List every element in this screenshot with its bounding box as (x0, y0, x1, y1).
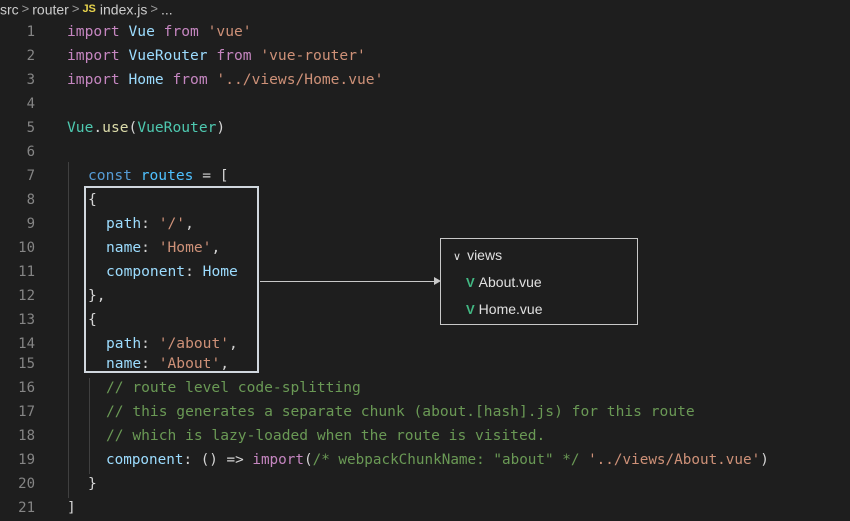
code-line[interactable]: 17 // this generates a separate chunk (a… (0, 400, 850, 424)
code-line[interactable]: 18 // which is lazy-loaded when the rout… (0, 424, 850, 448)
line-number: 19 (18, 452, 35, 468)
line-number: 3 (26, 72, 35, 88)
file-label: About.vue (478, 274, 542, 290)
folder-label: views (467, 247, 503, 263)
breadcrumb-more[interactable]: ... (161, 1, 173, 17)
code-comment: // which is lazy-loaded when the route i… (106, 427, 546, 444)
breadcrumb: src > router > JS index.js >... (0, 0, 850, 17)
line-number: 1 (26, 24, 35, 40)
line-number: 13 (18, 312, 35, 328)
line-number: 12 (18, 288, 35, 304)
code-text: Vue.use(VueRouter) (67, 119, 226, 136)
tree-item-home-vue[interactable]: V Home.vue (466, 298, 542, 320)
chevron-down-icon: ∨ (453, 251, 462, 263)
code-line[interactable]: 20 } (0, 472, 850, 496)
line-number: 4 (26, 96, 35, 112)
code-line[interactable]: 5 Vue.use(VueRouter) (0, 116, 850, 140)
file-tree-callout: ∨ views V About.vue V Home.vue (440, 238, 638, 325)
javascript-file-icon: JS (82, 3, 96, 16)
code-text: import VueRouter from 'vue-router' (67, 47, 366, 64)
vue-icon: V (466, 302, 475, 317)
breadcrumb-router[interactable]: router (32, 1, 69, 17)
code-line[interactable]: 21 ] (0, 496, 850, 520)
file-label: Home.vue (478, 301, 543, 317)
code-line[interactable]: 7 const routes = [ (0, 164, 850, 188)
annotation-arrow (260, 281, 435, 282)
vue-icon: V (466, 275, 475, 290)
line-number: 15 (18, 356, 35, 372)
line-number: 18 (18, 428, 35, 444)
tree-folder-views[interactable]: ∨ views (453, 245, 502, 265)
line-number: 7 (26, 168, 35, 184)
code-line[interactable]: 19 component: () => import(/* webpackChu… (0, 448, 850, 472)
line-number: 6 (26, 144, 35, 160)
breadcrumb-separator: > (71, 1, 80, 17)
tree-item-about-vue[interactable]: V About.vue (466, 271, 542, 293)
code-text: const routes = [ (88, 167, 229, 184)
breadcrumb-separator: > (21, 1, 30, 17)
code-text: component: () => import(/* webpackChunkN… (106, 452, 769, 468)
code-line[interactable]: 1 import Vue from 'vue' (0, 20, 850, 44)
breadcrumb-src[interactable]: src (0, 1, 19, 17)
line-number: 9 (26, 216, 35, 232)
line-number: 21 (18, 500, 35, 516)
line-number: 10 (18, 240, 35, 256)
breadcrumb-file[interactable]: index.js (100, 1, 147, 17)
code-line[interactable]: 3 import Home from '../views/Home.vue' (0, 68, 850, 92)
code-line[interactable]: 4 (0, 92, 850, 116)
code-comment: // this generates a separate chunk (abou… (106, 403, 695, 420)
code-text: ] (67, 499, 76, 516)
code-line[interactable]: 2 import VueRouter from 'vue-router' (0, 44, 850, 68)
line-number: 16 (18, 380, 35, 396)
line-number: 11 (18, 264, 35, 280)
code-text: } (88, 475, 97, 492)
line-number: 17 (18, 404, 35, 420)
line-number: 20 (18, 476, 35, 492)
line-number: 8 (26, 192, 35, 208)
breadcrumb-separator: > (150, 1, 158, 17)
route-highlight-box (84, 186, 259, 373)
code-line[interactable]: 16 // route level code-splitting (0, 376, 850, 400)
line-number: 5 (26, 120, 35, 136)
code-text: import Vue from 'vue' (67, 23, 252, 40)
code-comment: // route level code-splitting (106, 379, 361, 396)
line-number: 2 (26, 48, 35, 64)
code-text: import Home from '../views/Home.vue' (67, 71, 384, 88)
code-line[interactable]: 6 (0, 140, 850, 164)
